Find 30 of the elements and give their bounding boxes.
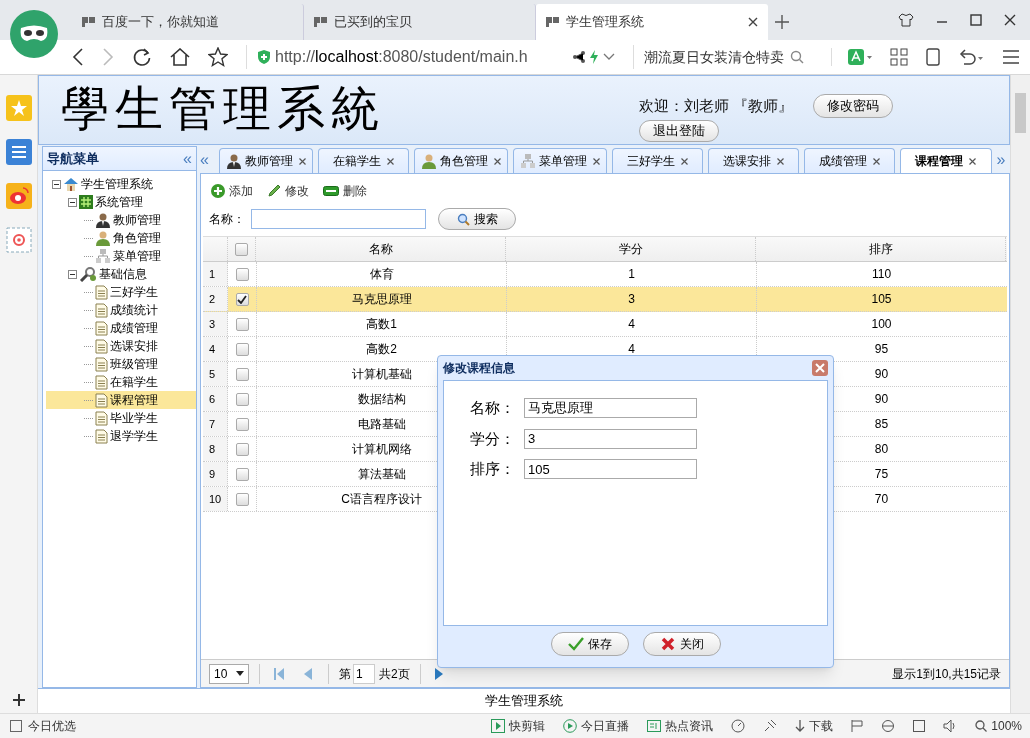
table-cell: 体育	[256, 262, 506, 286]
field-label: 名称：	[209, 211, 245, 228]
tab-title: 学生管理系统	[566, 13, 645, 32]
page-label: 第	[339, 665, 351, 683]
table-cell: 3	[506, 287, 756, 311]
table-cell: 100	[756, 312, 1006, 336]
footer-text: 学生管理系统	[485, 692, 563, 711]
tab-title: 已买到的宝贝	[334, 13, 413, 32]
welcome-text: 欢迎：刘老师 『教师』	[639, 95, 794, 116]
page-count: 共2页	[379, 665, 410, 683]
row-number: 1	[203, 262, 228, 286]
app-logo-text: 學生管理系統	[60, 79, 385, 138]
row-number: 9	[203, 462, 228, 486]
table-cell: 1	[506, 262, 756, 286]
table-cell: 110	[756, 262, 1006, 286]
row-number: 8	[203, 437, 228, 461]
table-cell: 4	[506, 312, 756, 336]
row-number: 3	[203, 312, 228, 336]
row-number: 2	[203, 287, 228, 311]
row-number: 6	[203, 387, 228, 411]
row-number: 4	[203, 337, 228, 361]
row-number: 5	[203, 362, 228, 386]
row-number: 10	[203, 487, 228, 511]
table-cell: 105	[756, 287, 1006, 311]
panel-title: 导航菜单	[47, 149, 99, 168]
tab-title: 百度一下，你就知道	[102, 13, 220, 32]
row-number: 7	[203, 412, 228, 436]
table-cell: 马克思原理	[256, 287, 506, 311]
table-cell: 高数1	[256, 312, 506, 336]
record-summary: 显示1到10,共15记录	[892, 665, 1001, 683]
